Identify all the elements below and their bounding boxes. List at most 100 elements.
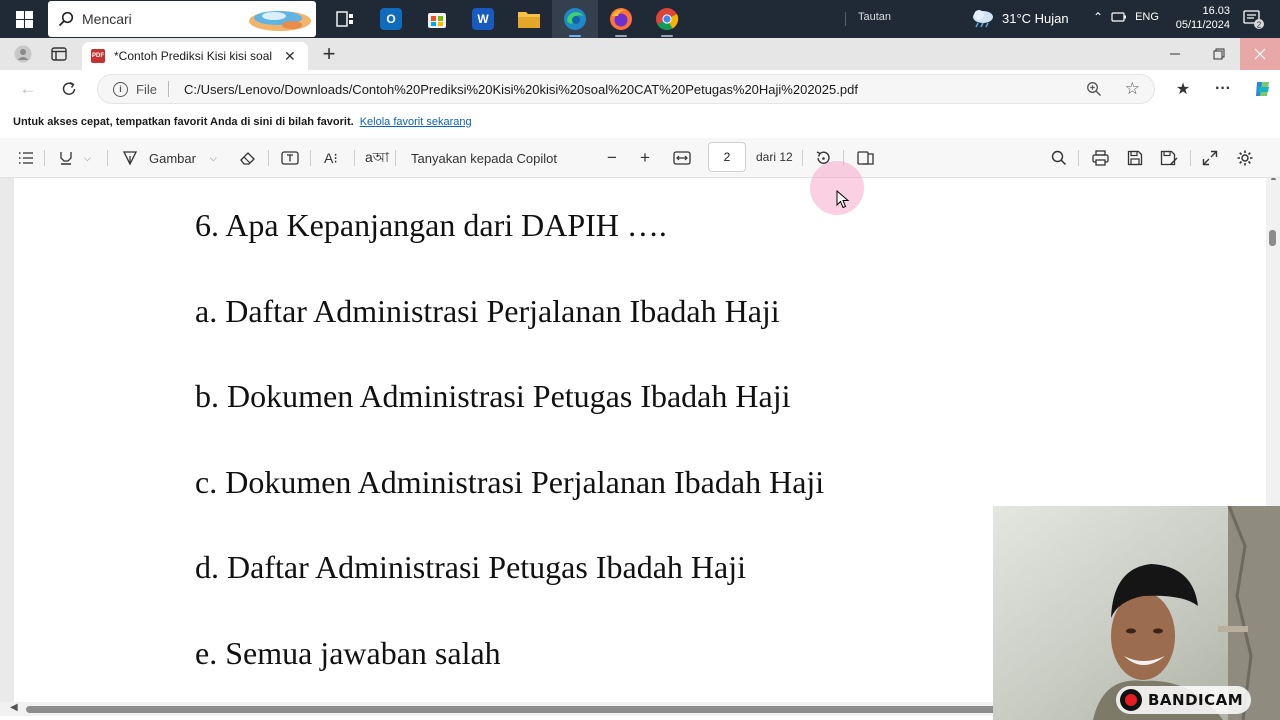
- fit-width-button[interactable]: [673, 147, 691, 169]
- text-box-icon: [281, 151, 299, 165]
- find-button[interactable]: [1051, 147, 1067, 169]
- print-button[interactable]: [1092, 147, 1109, 169]
- taskbar-edge[interactable]: [552, 0, 598, 38]
- taskbar-task-view[interactable]: [322, 0, 368, 38]
- pdf-toolbar: ⌵ Gambar ⌵ A⁝ aআ Tanyakan kepada Copilot…: [0, 138, 1280, 178]
- page-view-button[interactable]: [857, 147, 875, 169]
- zoom-in-button[interactable]: +: [640, 147, 650, 169]
- taskbar-outlook[interactable]: O: [368, 0, 414, 38]
- battery-icon[interactable]: [1111, 11, 1127, 23]
- translate-icon: aআ: [365, 149, 390, 165]
- taskbar-word[interactable]: W: [460, 0, 506, 38]
- more-dots-icon: ···: [1215, 80, 1231, 97]
- favorites-button[interactable]: ★: [1170, 77, 1196, 101]
- taskbar-search-label: Mencari: [82, 11, 132, 27]
- windows-start-button[interactable]: [0, 0, 48, 38]
- taskbar-clock[interactable]: 16.03 05/11/2024: [1170, 4, 1230, 32]
- add-text-button[interactable]: [281, 147, 299, 169]
- zoom-out-button[interactable]: −: [607, 147, 617, 169]
- erase-tool-button[interactable]: [239, 147, 256, 169]
- browser-titlebar: PDF *Contoh Prediksi Kisi kisi soal CAT …: [0, 38, 1280, 70]
- highlight-tool-button[interactable]: ⌵: [58, 147, 91, 169]
- draw-pen-icon: [122, 151, 138, 166]
- window-restore-button[interactable]: [1204, 38, 1234, 70]
- minimize-icon: [1170, 53, 1180, 55]
- draw-tool-button[interactable]: Gambar ⌵: [122, 147, 217, 169]
- browser-tab-active[interactable]: PDF *Contoh Prediksi Kisi kisi soal CAT …: [82, 42, 308, 70]
- windows-logo-icon: [15, 10, 33, 28]
- new-tab-button[interactable]: +: [318, 38, 340, 70]
- taskbar-chrome[interactable]: [644, 0, 690, 38]
- table-of-contents-button[interactable]: [18, 147, 34, 169]
- pdf-file-icon: PDF: [91, 49, 105, 63]
- bandicam-watermark: BANDICAM: [1116, 686, 1252, 714]
- bandicam-logo-text: BANDICAM: [1148, 691, 1244, 709]
- toolbar-divider: [354, 150, 355, 166]
- clock-time: 16.03: [1202, 5, 1230, 17]
- edge-icon: [564, 8, 586, 30]
- question-text: 6. Apa Kepanjangan dari DAPIH ….: [195, 207, 667, 243]
- address-divider: [167, 81, 169, 97]
- pdf-settings-button[interactable]: [1236, 147, 1254, 169]
- option-c: c. Dokumen Administrasi Perjalanan Ibada…: [195, 464, 825, 500]
- option-d: d. Daftar Administrasi Petugas Ibadah Ha…: [195, 549, 746, 585]
- taskbar-links-toolbar[interactable]: Tautan: [858, 11, 891, 23]
- translate-button[interactable]: aআ: [365, 147, 389, 169]
- taskbar-apps: O W: [322, 0, 690, 38]
- profile-avatar-icon: [14, 45, 32, 63]
- weather-widget[interactable]: 31°C Hujan: [970, 8, 1069, 28]
- refresh-button[interactable]: [56, 77, 82, 101]
- store-icon: [428, 13, 446, 28]
- add-favorite-star-icon[interactable]: ☆: [1125, 79, 1140, 99]
- taskbar-store[interactable]: [414, 0, 460, 38]
- address-bar[interactable]: i File C:/Users/Lenovo/Downloads/Contoh%…: [97, 74, 1155, 104]
- expand-icon: [1202, 150, 1218, 166]
- toolbar-divider: [268, 150, 269, 166]
- notification-center-button[interactable]: 2: [1242, 8, 1264, 30]
- save-button[interactable]: [1127, 147, 1143, 169]
- zoom-icon[interactable]: [1086, 81, 1102, 97]
- option-a: a. Daftar Administrasi Perjalanan Ibadah…: [195, 293, 780, 329]
- tab-actions-button[interactable]: [44, 38, 74, 70]
- address-scheme-label: File: [136, 81, 157, 97]
- read-aloud-button[interactable]: A⁝: [324, 147, 338, 169]
- chevron-down-icon: ⌵: [209, 152, 217, 163]
- window-minimize-button[interactable]: [1160, 38, 1190, 70]
- chevron-up-icon[interactable]: ⌃: [1093, 10, 1103, 24]
- ask-copilot-button[interactable]: Tanyakan kepada Copilot: [411, 147, 557, 169]
- save-as-button[interactable]: [1160, 147, 1178, 169]
- profile-button[interactable]: [8, 38, 38, 70]
- back-button[interactable]: ←: [15, 77, 41, 101]
- firefox-icon: [610, 8, 632, 30]
- fullscreen-button[interactable]: [1202, 147, 1218, 169]
- taskbar-file-explorer[interactable]: [506, 0, 552, 38]
- favorites-bar: Untuk akses cepat, tempatkan favorit And…: [0, 108, 1280, 136]
- horizontal-scrollbar-thumb[interactable]: [26, 706, 996, 713]
- tab-close-icon[interactable]: ✕: [284, 48, 296, 65]
- notification-count: 2: [1257, 21, 1262, 30]
- tab-title: *Contoh Prediksi Kisi kisi soal CAT: [114, 49, 276, 63]
- site-info-icon[interactable]: i: [113, 81, 128, 97]
- outlook-icon: O: [380, 8, 402, 30]
- copilot-button[interactable]: [1250, 77, 1276, 101]
- page-total-label: dari 12: [756, 150, 793, 164]
- plus-icon: +: [322, 41, 336, 66]
- address-url[interactable]: C:/Users/Lenovo/Downloads/Contoh%20Predi…: [184, 82, 858, 97]
- scroll-up-arrow-icon[interactable]: ▲: [1269, 178, 1278, 182]
- page-number-input[interactable]: 2: [708, 142, 746, 172]
- taskbar-divider: [845, 12, 846, 26]
- plus-icon: +: [640, 148, 650, 167]
- manage-favorites-link[interactable]: Kelola favorit sekarang: [360, 116, 472, 128]
- arrow-left-icon: ←: [19, 79, 37, 98]
- window-close-button[interactable]: [1240, 38, 1280, 70]
- toolbar-divider: [1078, 150, 1079, 166]
- taskbar-firefox[interactable]: [598, 0, 644, 38]
- vertical-scrollbar-thumb[interactable]: [1269, 230, 1276, 246]
- draw-tool-label: Gambar: [149, 150, 196, 166]
- taskbar-search-box[interactable]: Mencari: [48, 1, 316, 37]
- chevron-down-icon: ⌵: [84, 152, 91, 163]
- language-indicator[interactable]: ENG: [1135, 11, 1159, 23]
- settings-more-button[interactable]: ···: [1210, 77, 1236, 101]
- scroll-left-arrow-icon[interactable]: ◀: [10, 702, 18, 713]
- word-icon: W: [472, 8, 494, 30]
